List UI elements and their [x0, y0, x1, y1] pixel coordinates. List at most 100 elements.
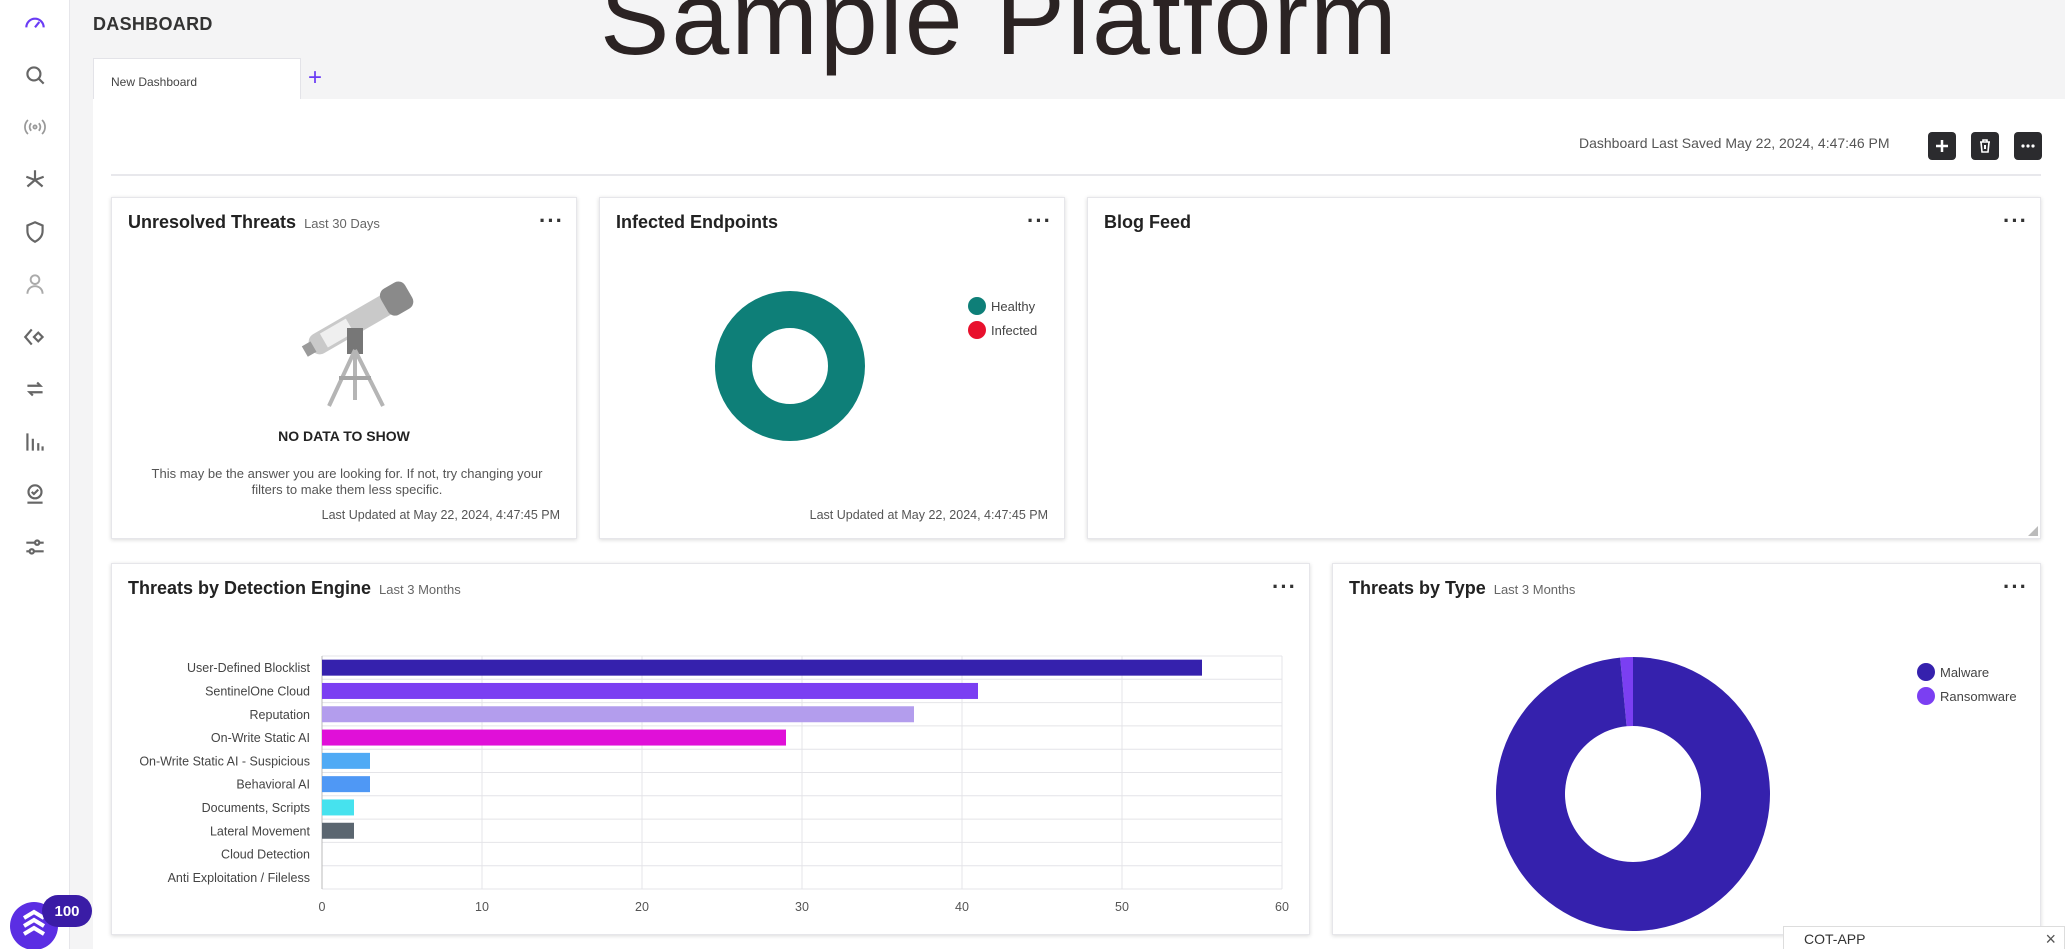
notification-badge[interactable]: 100	[42, 895, 92, 927]
cot-app-panel[interactable]: COT-APP ×	[1783, 926, 2065, 949]
legend-swatch	[968, 321, 986, 339]
x-tick-label: 0	[319, 900, 326, 914]
unresolved-threats-card: Unresolved Threats Last 30 Days ··· NO DA…	[111, 197, 577, 539]
blog-feed-card: Blog Feed ···	[1087, 197, 2041, 539]
more-options-button[interactable]	[2014, 132, 2042, 160]
legend-label: Ransomware	[1940, 688, 2017, 704]
app-root: 100 DASHBOARD Sample Platform New Dashbo…	[0, 0, 2065, 949]
infected-donut-chart	[715, 291, 865, 441]
gauge-icon[interactable]	[19, 7, 51, 39]
card-title-text: Threats by Type	[1349, 578, 1486, 598]
telescope-illustration	[301, 281, 414, 407]
sync-icon[interactable]	[19, 373, 51, 405]
card-subtitle: Last 3 Months	[1493, 582, 1576, 597]
delete-dashboard-button[interactable]	[1971, 132, 1999, 160]
legend-item-infected[interactable]: Infected	[968, 318, 1037, 342]
badge-icon[interactable]	[19, 478, 51, 510]
add-tab-button[interactable]: +	[308, 66, 322, 90]
close-icon[interactable]: ×	[2045, 929, 2056, 949]
infected-legend: Healthy Infected	[968, 294, 1037, 342]
bar-lateral-movement[interactable]	[322, 822, 354, 839]
no-data-title: NO DATA TO SHOW	[278, 428, 410, 444]
legend-label: Infected	[991, 322, 1038, 338]
y-category-label: User-Defined Blocklist	[187, 661, 310, 675]
more-icon	[2021, 144, 2035, 148]
threats-by-type-card: Threats by Type Last 3 Months ··· Malware…	[1332, 563, 2041, 935]
sliders-icon[interactable]	[19, 531, 51, 563]
legend-item-ransomware[interactable]: Ransomware	[1917, 684, 2017, 708]
card-title: Infected Endpoints	[616, 212, 778, 232]
infected-endpoints-card: Infected Endpoints ··· Healthy Infected …	[599, 197, 1065, 539]
bar-on-write-static-ai[interactable]	[322, 729, 786, 746]
card-title: Unresolved Threats Last 30 Days	[128, 212, 380, 233]
toolbar-divider	[111, 174, 2041, 176]
y-category-label: Lateral Movement	[210, 824, 311, 838]
detection-engine-card: Threats by Detection Engine Last 3 Months…	[111, 563, 1310, 935]
x-tick-label: 40	[955, 900, 969, 914]
broadcast-icon[interactable]	[19, 111, 51, 143]
x-tick-label: 30	[795, 900, 809, 914]
tab-new-dashboard[interactable]: New Dashboard	[93, 58, 301, 100]
last-updated-text: Last Updated at May 22, 2024, 4:47:45 PM	[809, 508, 1048, 522]
bar-sentinelone-cloud[interactable]	[322, 682, 978, 699]
card-subtitle: Last 30 Days	[304, 216, 380, 231]
card-subtitle: Last 3 Months	[379, 582, 461, 597]
legend-item-malware[interactable]: Malware	[1917, 660, 2017, 684]
card-menu-button[interactable]: ···	[1027, 210, 1052, 232]
shield-icon[interactable]	[19, 216, 51, 248]
search-icon[interactable]	[19, 59, 51, 91]
y-category-label: Reputation	[250, 708, 311, 722]
last-saved-text: Dashboard Last Saved May 22, 2024, 4:47:…	[1579, 135, 1890, 151]
x-tick-label: 50	[1115, 900, 1129, 914]
legend-swatch	[968, 297, 986, 315]
bar-on-write-static-ai-suspicious[interactable]	[322, 752, 370, 769]
trash-icon	[1980, 139, 1990, 153]
detection-engine-bar-chart: 0 10 20 30 40 50 60 User-Defined Blocklist Senti…	[139, 655, 1289, 914]
legend-label: Malware	[1940, 664, 1990, 680]
donut-slice-malware[interactable]	[1496, 657, 1770, 931]
card-menu-button[interactable]: ···	[539, 210, 564, 232]
card-title-text: Unresolved Threats	[128, 212, 297, 232]
y-category-label: Behavioral AI	[236, 778, 310, 792]
bar-user-defined-blocklist[interactable]	[322, 659, 1202, 676]
page-title: DASHBOARD	[93, 14, 213, 34]
x-tick-label: 60	[1275, 900, 1289, 914]
y-category-label: Cloud Detection	[221, 848, 310, 862]
diamond-arrow-icon[interactable]	[19, 321, 51, 353]
add-widget-button[interactable]	[1928, 132, 1956, 160]
y-category-label: Anti Exploitation / Fileless	[168, 871, 310, 885]
threat-type-donut-chart	[1496, 657, 1770, 931]
bar-reputation[interactable]	[322, 706, 914, 723]
legend-swatch	[1917, 663, 1935, 681]
y-category-label: Documents, Scripts	[202, 801, 310, 815]
bar-behavioral-ai[interactable]	[322, 776, 370, 793]
y-category-label: On-Write Static AI - Suspicious	[139, 754, 310, 768]
x-tick-label: 10	[475, 900, 489, 914]
card-title: Threats by Detection Engine Last 3 Months	[128, 578, 461, 599]
legend-swatch	[1917, 687, 1935, 705]
card-menu-button[interactable]: ···	[2003, 576, 2028, 598]
plus-icon	[1936, 140, 1948, 152]
card-title: Blog Feed	[1104, 212, 1192, 232]
card-menu-button[interactable]: ···	[1272, 576, 1297, 598]
bar-documents-scripts[interactable]	[322, 799, 354, 816]
resize-handle[interactable]	[2028, 526, 2038, 536]
cot-app-label: COT-APP	[1804, 931, 1866, 947]
threat-type-legend: Malware Ransomware	[1917, 660, 2017, 708]
card-menu-button[interactable]: ···	[2003, 210, 2028, 232]
sidebar: 100	[0, 0, 92, 949]
y-category-label: On-Write Static AI	[211, 731, 310, 745]
y-category-label: SentinelOne Cloud	[205, 684, 310, 698]
card-title-text: Threats by Detection Engine	[128, 578, 372, 598]
x-tick-label: 20	[635, 900, 649, 914]
last-updated-text: Last Updated at May 22, 2024, 4:47:45 PM	[321, 508, 560, 522]
user-icon[interactable]	[19, 268, 51, 300]
sparkle-icon[interactable]	[19, 164, 51, 196]
legend-label: Healthy	[991, 298, 1036, 314]
bar-chart-icon[interactable]	[19, 426, 51, 458]
overlay-title: Sample Platform	[600, 0, 1399, 77]
card-title: Threats by Type Last 3 Months	[1349, 578, 1575, 599]
no-data-message: This may be the answer you are looking f…	[151, 466, 543, 497]
legend-item-healthy[interactable]: Healthy	[968, 294, 1037, 318]
donut-slice-healthy[interactable]	[715, 291, 865, 441]
